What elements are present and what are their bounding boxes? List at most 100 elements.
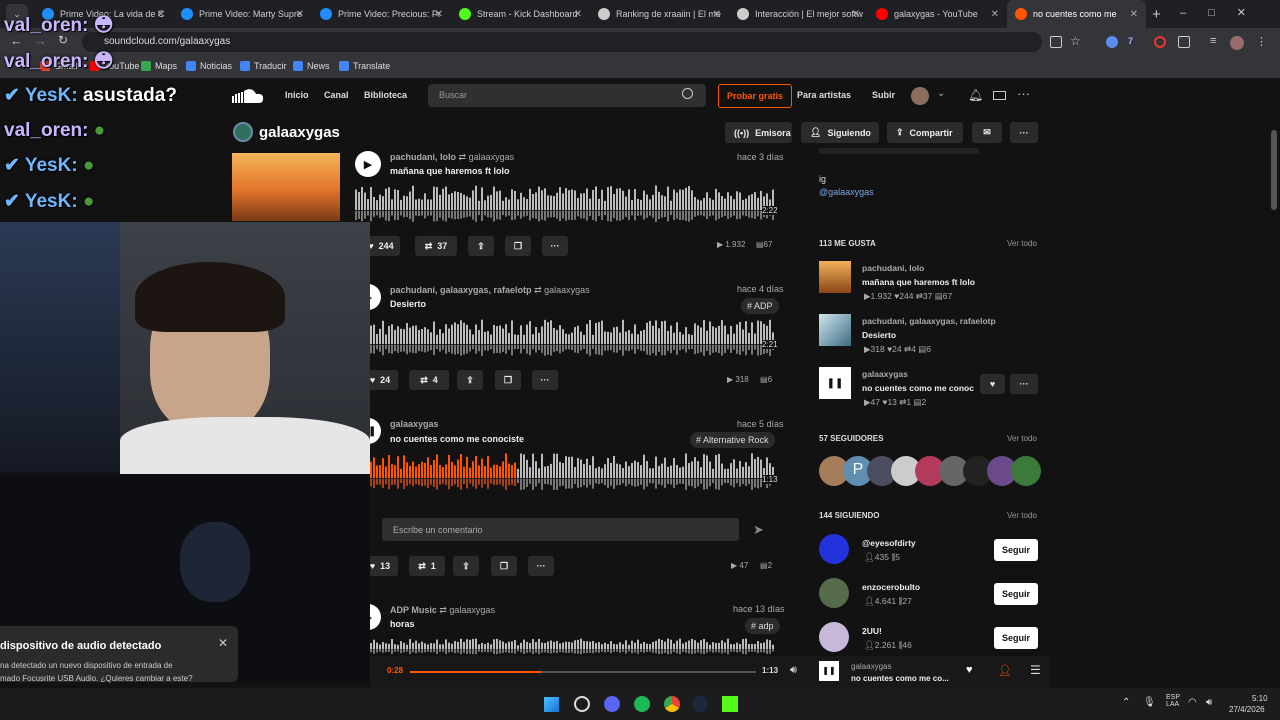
window-controls[interactable]: –□✕ (1180, 6, 1268, 19)
notification-toast[interactable]: dispositivo de audio detectado ✕ na dete… (0, 626, 238, 683)
repost-button[interactable]: ⇄ 37 (415, 236, 457, 256)
browser-tab[interactable]: Stream - Kick Dashboard ✕ (451, 0, 590, 28)
repost-button[interactable]: ⇄ 1 (409, 556, 445, 576)
share-button[interactable]: ⇪ (468, 236, 494, 256)
nav-upload[interactable]: Subir (872, 90, 895, 100)
user-avatar[interactable] (911, 87, 929, 105)
browser-tab[interactable]: Ranking de xraaiin | El me ✕ (590, 0, 729, 28)
try-pro-button[interactable]: Probar gratis (718, 84, 792, 108)
heart-icon[interactable]: ♥ (966, 664, 973, 676)
app-icon[interactable] (574, 696, 590, 712)
genre-tag[interactable]: # Alternative Rock (690, 432, 775, 448)
date[interactable]: 27/4/2026 (1229, 705, 1265, 714)
queue-icon[interactable]: ☰ (1030, 663, 1041, 677)
tray-chevron-icon[interactable]: ⌃ (1122, 697, 1130, 708)
spotify-icon[interactable] (634, 696, 650, 712)
progress-track[interactable] (410, 671, 756, 673)
following-header[interactable]: 144 SIGUIENDO (819, 511, 879, 520)
url-bar[interactable]: soundcloud.com/galaaxygas (82, 32, 1042, 52)
following-button[interactable]: 👤︎ Siguiendo (801, 122, 879, 143)
now-playing-artwork[interactable]: ❚❚ (819, 661, 839, 681)
star-icon[interactable]: ☆ (1070, 34, 1081, 48)
waveform[interactable] (370, 452, 777, 494)
repost-button[interactable]: ⇄ 4 (409, 370, 449, 390)
tab-close-icon[interactable]: ✕ (1130, 9, 1138, 20)
waveform[interactable] (355, 184, 777, 226)
send-icon[interactable]: ➤ (753, 522, 764, 538)
tab-close-icon[interactable]: ✕ (991, 9, 999, 20)
see-all-likes[interactable]: Ver todo (1007, 239, 1037, 248)
chevron-down-icon[interactable]: ⌄ (937, 88, 945, 99)
user-name[interactable]: @eyesofdirty (862, 538, 916, 548)
share-button[interactable]: ⇪ Compartir (887, 122, 963, 143)
profile-avatar[interactable] (1230, 36, 1244, 50)
browser-tab[interactable]: galaxygas - YouTube ✕ (868, 0, 1007, 28)
nav-biblioteca[interactable]: Biblioteca (364, 90, 407, 100)
browser-tab[interactable]: Prime Video: Precious: Pr ✕ (312, 0, 451, 28)
mail-icon[interactable] (993, 91, 1006, 100)
share-button[interactable]: ⇪ (453, 556, 479, 576)
bio-link[interactable]: @galaaxygas (819, 187, 874, 197)
now-playing-artist[interactable]: galaaxygas (851, 662, 891, 671)
waveform[interactable] (370, 638, 777, 656)
now-playing-title[interactable]: no cuentes como me co... (851, 674, 949, 683)
tab-close-icon[interactable]: ✕ (713, 9, 721, 20)
browser-tab[interactable]: Interacción | El mejor softw ✕ (729, 0, 868, 28)
see-all-followers[interactable]: Ver todo (1007, 434, 1037, 443)
follow-button[interactable]: Seguir (994, 539, 1038, 561)
menu-icon[interactable]: ⋮ (1256, 35, 1267, 48)
bookmark-maps[interactable]: Maps (141, 61, 177, 71)
track-title[interactable]: mañana que haremos ft lolo (390, 166, 510, 176)
message-button[interactable]: ✉ (972, 122, 1002, 143)
bookmark-translate[interactable]: Translate (339, 61, 390, 71)
user-avatar[interactable] (819, 578, 849, 608)
wifi-icon[interactable]: ◠ (1188, 697, 1197, 708)
more-button[interactable]: ··· (1010, 122, 1038, 143)
comment-input[interactable]: Escribe un comentario (382, 518, 739, 541)
followers-header[interactable]: 57 SEGUIDORES (819, 434, 883, 443)
tab-close-icon[interactable]: ✕ (574, 9, 582, 20)
play-button[interactable]: ▶ (355, 151, 381, 177)
more-button[interactable]: ··· (1010, 374, 1038, 394)
volume-icon[interactable]: 🔊︎ (790, 664, 797, 677)
follow-user-icon[interactable]: 👤︎ (998, 664, 1012, 677)
track-title[interactable]: no cuentes como me conociste (390, 434, 524, 444)
waveform[interactable] (370, 318, 777, 360)
volume-icon[interactable]: 🔊︎ (1206, 697, 1212, 708)
tab-close-icon[interactable]: ✕ (296, 9, 304, 20)
bookmark-noticias[interactable]: Noticias (186, 61, 232, 71)
track-title[interactable]: horas (390, 619, 415, 629)
close-icon[interactable]: ✕ (218, 636, 228, 650)
copy-link-button[interactable]: ❐ (495, 370, 521, 390)
copy-link-button[interactable]: ❐ (491, 556, 517, 576)
genre-tag[interactable]: # ADP (741, 298, 779, 314)
bookmark-traducir[interactable]: Traducir (240, 61, 287, 71)
more-icon[interactable]: ··· (1017, 86, 1030, 101)
new-tab-button[interactable]: + (1152, 6, 1161, 23)
record-icon[interactable] (1154, 36, 1166, 48)
like-artwork[interactable] (819, 314, 851, 346)
windows-start-icon[interactable] (544, 697, 559, 712)
like-button[interactable]: ♥ (980, 374, 1005, 394)
nav-artists[interactable]: Para artistas (797, 90, 851, 100)
like-artwork[interactable]: ❚❚ (819, 367, 851, 399)
kick-icon[interactable] (722, 696, 738, 712)
track-title[interactable]: Desierto (390, 299, 426, 309)
share-button[interactable]: ⇪ (457, 370, 483, 390)
search-icon[interactable] (682, 88, 693, 99)
browser-tab[interactable]: no cuentes como me ✕ (1007, 0, 1146, 28)
like-artwork[interactable] (819, 261, 851, 293)
extension-icon[interactable]: 7 (1128, 36, 1133, 46)
user-avatar[interactable] (819, 622, 849, 652)
steam-icon[interactable] (692, 696, 708, 712)
genre-tag[interactable]: # adp (745, 618, 780, 634)
search-input[interactable]: Buscar (428, 84, 706, 107)
microphone-icon[interactable]: 🎙︎ (1143, 697, 1156, 708)
likes-header[interactable]: 113 ME GUSTA (819, 239, 876, 248)
tab-close-icon[interactable]: ✕ (435, 9, 443, 20)
like-title[interactable]: no cuentes como me conoc (862, 383, 974, 393)
track-artwork[interactable] (232, 153, 340, 221)
like-artist[interactable]: pachudani, lolo (862, 263, 924, 273)
bell-icon[interactable]: 🔔︎ (968, 88, 983, 102)
page-scrollbar[interactable] (1271, 130, 1277, 210)
